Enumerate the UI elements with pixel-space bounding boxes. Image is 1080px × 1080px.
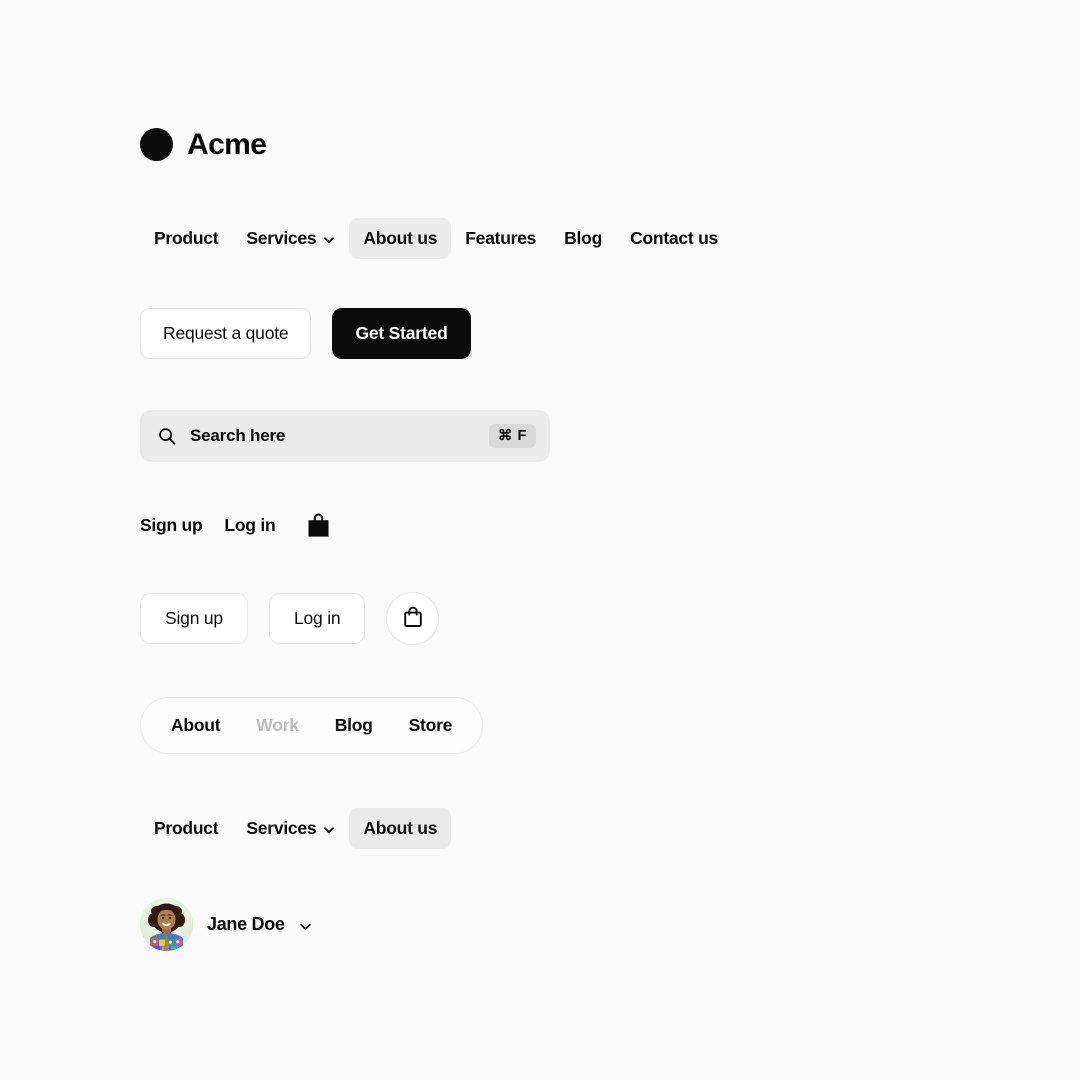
segment-blog[interactable]: Blog xyxy=(321,707,387,744)
brand-logo[interactable]: Acme xyxy=(140,127,267,161)
secondary-nav-item-product[interactable]: Product xyxy=(140,808,232,849)
nav-item-label: Contact us xyxy=(630,228,718,248)
search-input[interactable]: Search here xyxy=(190,426,489,446)
segmented-navigation: About Work Blog Store xyxy=(140,697,484,754)
search-icon xyxy=(158,427,176,445)
shopping-bag-filled-icon[interactable] xyxy=(307,512,330,538)
nav-item-features[interactable]: Features xyxy=(451,218,550,259)
cta-button-row: Request a quote Get Started xyxy=(140,308,471,359)
signup-button[interactable]: Sign up xyxy=(140,593,248,644)
search-shortcut-badge: ⌘ F xyxy=(488,423,536,449)
primary-navigation: Product Services About us Features Blog … xyxy=(140,218,732,259)
nav-item-contact-us[interactable]: Contact us xyxy=(616,218,732,259)
auth-link-row: Sign up Log in xyxy=(140,512,330,538)
nav-item-product[interactable]: Product xyxy=(140,218,232,259)
avatar xyxy=(140,898,193,951)
nav-item-label: Blog xyxy=(564,228,603,248)
shopping-bag-outline-icon xyxy=(401,604,425,633)
account-name: Jane Doe xyxy=(207,914,285,934)
chevron-down-icon xyxy=(323,824,335,836)
nav-item-label: Product xyxy=(154,818,219,838)
account-menu[interactable]: Jane Doe xyxy=(140,898,312,951)
signup-link[interactable]: Sign up xyxy=(140,515,203,536)
nav-item-services[interactable]: Services xyxy=(232,218,349,259)
nav-item-label: Services xyxy=(246,228,317,248)
nav-item-about-us[interactable]: About us xyxy=(349,218,452,259)
page-root: Acme Product Services About us Features … xyxy=(0,0,1080,1080)
nav-item-label: About us xyxy=(363,228,438,248)
brand-name: Acme xyxy=(187,127,267,161)
nav-item-label: Product xyxy=(154,228,219,248)
auth-button-row: Sign up Log in xyxy=(140,592,440,645)
cart-button[interactable] xyxy=(386,592,440,645)
segment-about[interactable]: About xyxy=(157,707,234,744)
secondary-navigation: Product Services About us xyxy=(140,808,452,849)
login-button[interactable]: Log in xyxy=(268,593,366,644)
chevron-down-icon xyxy=(323,234,335,246)
secondary-nav-item-services[interactable]: Services xyxy=(232,808,349,849)
secondary-nav-item-about-us[interactable]: About us xyxy=(349,808,452,849)
circle-logo-icon xyxy=(140,128,173,161)
chevron-down-icon xyxy=(299,920,312,933)
nav-item-label: Services xyxy=(246,818,317,838)
segment-store[interactable]: Store xyxy=(395,707,466,744)
search-bar[interactable]: Search here ⌘ F xyxy=(140,410,550,462)
login-link[interactable]: Log in xyxy=(224,515,275,536)
get-started-button[interactable]: Get Started xyxy=(332,308,471,359)
request-a-quote-button[interactable]: Request a quote xyxy=(140,308,312,359)
segment-work: Work xyxy=(256,715,299,735)
nav-item-label: Features xyxy=(465,228,537,248)
nav-item-blog[interactable]: Blog xyxy=(550,218,616,259)
nav-item-label: About us xyxy=(363,818,438,838)
